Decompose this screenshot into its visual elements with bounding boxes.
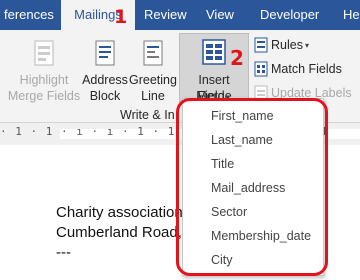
greeting-line-icon — [143, 40, 163, 66]
address-block-label-1: Address — [82, 73, 128, 87]
highlight-merge-fields-label-1: Highlight — [19, 73, 69, 87]
address-block-button[interactable]: Address Block — [82, 38, 128, 106]
merge-field-dropdown: First_name Last_name Title Mail_address … — [182, 98, 324, 276]
merge-field-first-name[interactable]: First_name — [211, 109, 274, 123]
address-block-label-2: Block — [89, 89, 121, 103]
highlight-merge-fields-icon — [34, 40, 54, 66]
rules-label: Rules — [271, 38, 303, 52]
annotation-number-2: 2 — [230, 46, 244, 70]
document-line[interactable]: Charity association — [56, 204, 183, 221]
tab-developer[interactable]: Developer — [260, 0, 319, 30]
greeting-line-label-2: Line — [141, 89, 165, 103]
ribbon-group-label: Write & In — [120, 108, 175, 122]
rules-icon — [254, 37, 268, 53]
match-fields-icon — [254, 61, 268, 77]
match-fields-button[interactable]: Match Fields — [253, 60, 358, 80]
greeting-line-label-1: Greeting — [129, 73, 177, 87]
merge-field-sector[interactable]: Sector — [211, 205, 247, 219]
annotation-number-1: 1 — [114, 6, 128, 28]
rules-chevron-down-icon: ▾ — [305, 41, 310, 50]
merge-field-city[interactable]: City — [211, 253, 233, 267]
document-line[interactable]: Cumberland Road, — [56, 224, 182, 241]
tab-references[interactable]: ferences — [4, 0, 54, 30]
document-line[interactable]: --- — [56, 244, 71, 261]
merge-field-membership-date[interactable]: Membership_date — [211, 229, 311, 243]
insert-merge-field-icon — [202, 39, 226, 65]
rules-button[interactable]: Rules ▾ — [253, 36, 358, 56]
address-block-icon — [95, 40, 115, 66]
tab-help[interactable]: Hel — [343, 0, 360, 30]
tab-view[interactable]: View — [206, 0, 234, 30]
merge-field-last-name[interactable]: Last_name — [211, 133, 273, 147]
merge-field-title[interactable]: Title — [211, 157, 234, 171]
merge-field-mail-address[interactable]: Mail_address — [211, 181, 285, 195]
match-fields-label: Match Fields — [271, 62, 342, 76]
tab-review[interactable]: Review — [144, 0, 187, 30]
ribbon-tab-bar: ferences Mailings 1 Review View Develope… — [0, 0, 360, 30]
greeting-line-button[interactable]: Greeting Line — [128, 38, 178, 106]
highlight-merge-fields-label-2: Merge Fields — [7, 89, 81, 103]
highlight-merge-fields-button[interactable]: Highlight Merge Fields — [6, 38, 82, 106]
